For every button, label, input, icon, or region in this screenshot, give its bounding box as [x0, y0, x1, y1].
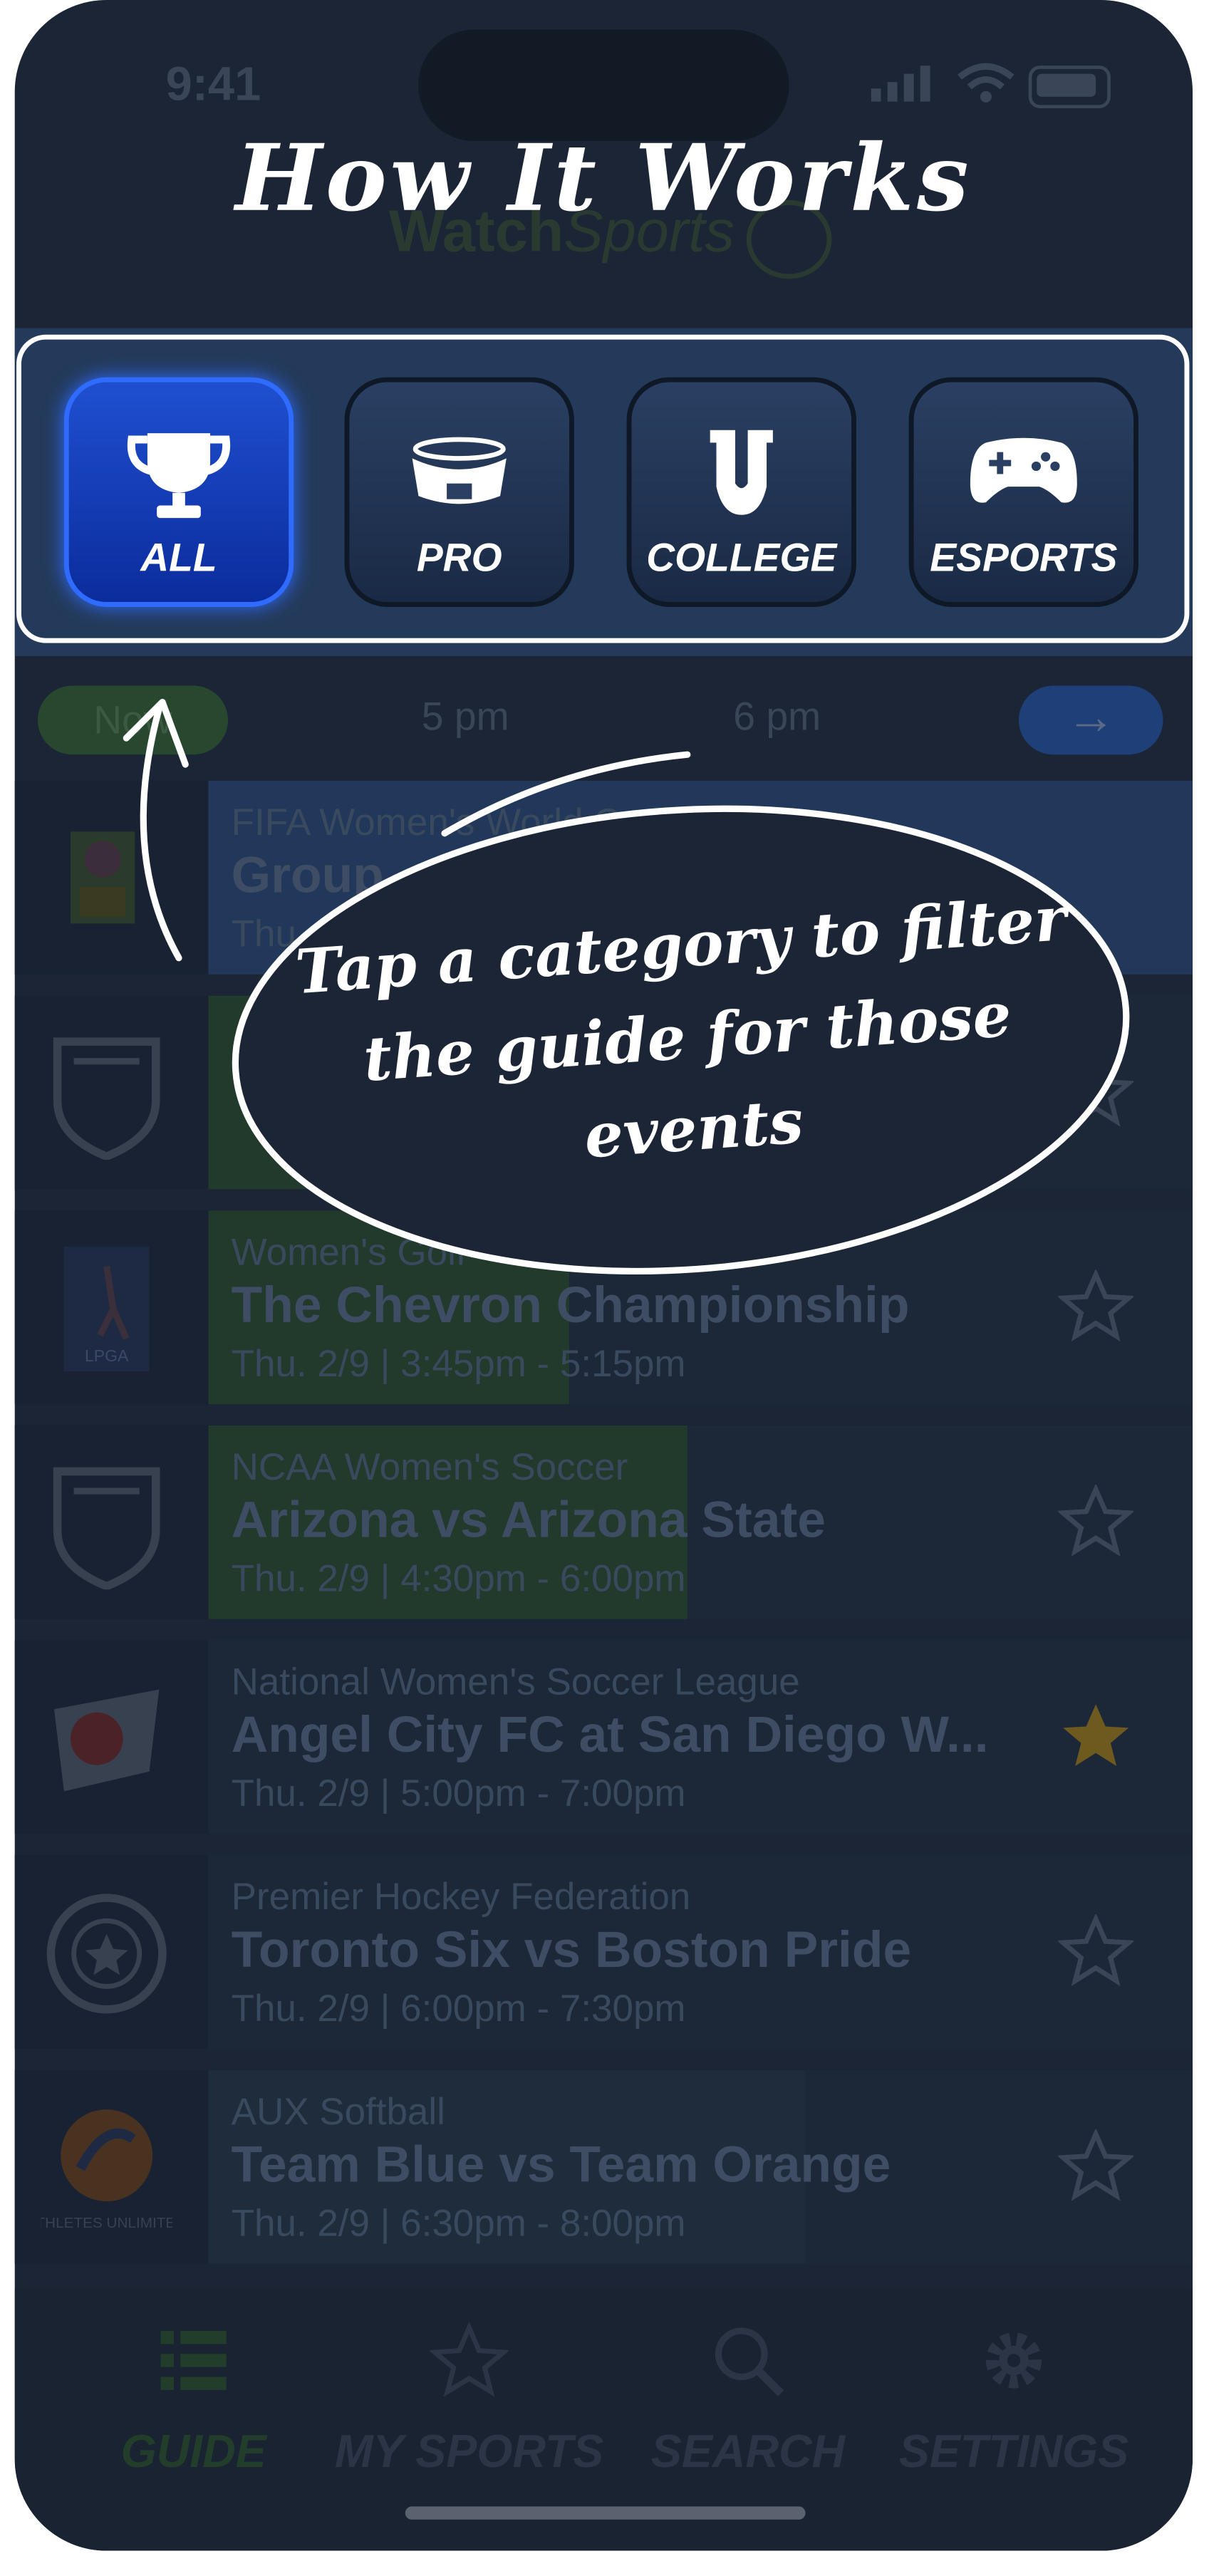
tooltip-text: Tap a category to filter the guide for t… [293, 882, 1069, 1173]
phone-screen: 9:41 WatchSports How It Works ALL PRO CO… [14, 0, 1193, 2551]
